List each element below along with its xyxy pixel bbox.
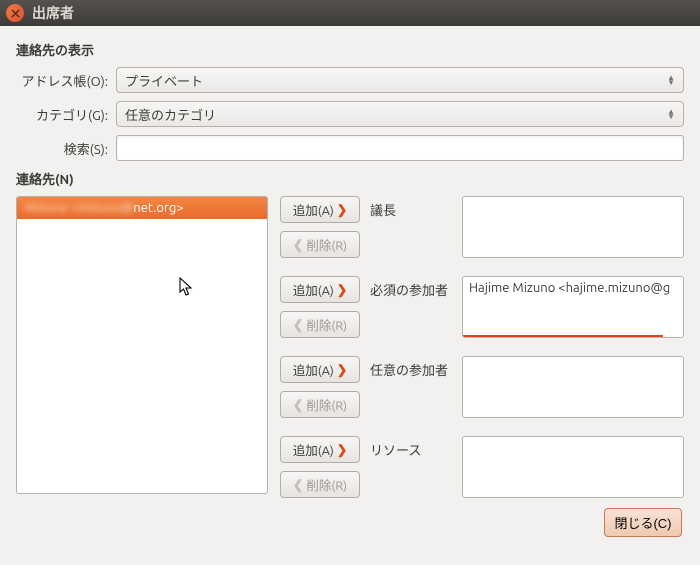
box-resource[interactable] — [462, 436, 684, 498]
label-addressbook: アドレス帳(O): — [16, 71, 116, 90]
dialog-content: 連絡先の表示 アドレス帳(O): プライベート ▲▼ カテゴリ(G): 任意のカ… — [0, 26, 700, 549]
footer: 閉じる(C) — [16, 508, 684, 537]
roles-column: 追加(A)❯ ❮削除(R) 議長 追加(A)❯ ❮削除(R) 必須の参加者 Ha… — [280, 196, 684, 498]
chevron-right-icon: ❯ — [337, 282, 347, 297]
label-category: カテゴリ(G): — [16, 105, 116, 124]
mouse-cursor-icon — [179, 277, 195, 297]
close-button[interactable]: 閉じる(C) — [604, 508, 682, 537]
role-row-resource: 追加(A)❯ ❮削除(R) リソース — [280, 436, 684, 498]
label-chair: 議長 — [370, 196, 452, 258]
label-optional: 任意の参加者 — [370, 356, 452, 418]
add-optional-button[interactable]: 追加(A)❯ — [280, 356, 360, 383]
chevron-left-icon: ❮ — [293, 237, 303, 252]
combo-addressbook[interactable]: プライベート ▲▼ — [116, 67, 684, 93]
label-resource: リソース — [370, 436, 452, 498]
contact-suffix: net.org> — [133, 201, 183, 215]
remove-required-button: ❮削除(R) — [280, 311, 360, 338]
box-required[interactable]: Hajime Mizuno <hajime.mizuno@g — [462, 276, 684, 338]
remove-resource-button: ❮削除(R) — [280, 471, 360, 498]
window-title: 出席者 — [32, 3, 74, 23]
updown-icon: ▲▼ — [667, 109, 675, 119]
contact-list[interactable]: Mizuno <mizuno@net.org> — [16, 196, 268, 494]
add-resource-button[interactable]: 追加(A)❯ — [280, 436, 360, 463]
list-item[interactable]: Mizuno <mizuno@net.org> — [17, 197, 267, 219]
role-row-chair: 追加(A)❯ ❮削除(R) 議長 — [280, 196, 684, 258]
chevron-left-icon: ❮ — [293, 317, 303, 332]
row-search: 検索(S): — [16, 135, 684, 161]
remove-chair-button: ❮削除(R) — [280, 231, 360, 258]
label-search: 検索(S): — [16, 139, 116, 158]
section-contact-display: 連絡先の表示 — [16, 40, 684, 59]
combo-category-value: 任意のカテゴリ — [125, 105, 216, 124]
titlebar: 出席者 — [0, 0, 700, 26]
section-contacts: 連絡先(N) — [16, 169, 684, 188]
label-required: 必須の参加者 — [370, 276, 452, 338]
chevron-left-icon: ❮ — [293, 477, 303, 492]
role-row-required: 追加(A)❯ ❮削除(R) 必須の参加者 Hajime Mizuno <haji… — [280, 276, 684, 338]
search-input[interactable] — [116, 135, 684, 161]
chevron-right-icon: ❯ — [337, 362, 347, 377]
main-area: Mizuno <mizuno@net.org> 追加(A)❯ ❮削除(R) 議長… — [16, 196, 684, 498]
chevron-right-icon: ❯ — [337, 442, 347, 457]
add-required-button[interactable]: 追加(A)❯ — [280, 276, 360, 303]
add-chair-button[interactable]: 追加(A)❯ — [280, 196, 360, 223]
remove-optional-button: ❮削除(R) — [280, 391, 360, 418]
chevron-left-icon: ❮ — [293, 397, 303, 412]
combo-addressbook-value: プライベート — [125, 71, 203, 90]
row-addressbook: アドレス帳(O): プライベート ▲▼ — [16, 67, 684, 93]
updown-icon: ▲▼ — [667, 75, 675, 85]
combo-category[interactable]: 任意のカテゴリ ▲▼ — [116, 101, 684, 127]
close-icon — [11, 9, 20, 18]
contact-blurred: Mizuno <mizuno@ — [25, 201, 133, 215]
role-row-optional: 追加(A)❯ ❮削除(R) 任意の参加者 — [280, 356, 684, 418]
window-close-button[interactable] — [6, 4, 24, 22]
box-optional[interactable] — [462, 356, 684, 418]
row-category: カテゴリ(G): 任意のカテゴリ ▲▼ — [16, 101, 684, 127]
chevron-right-icon: ❯ — [337, 202, 347, 217]
box-chair[interactable] — [462, 196, 684, 258]
